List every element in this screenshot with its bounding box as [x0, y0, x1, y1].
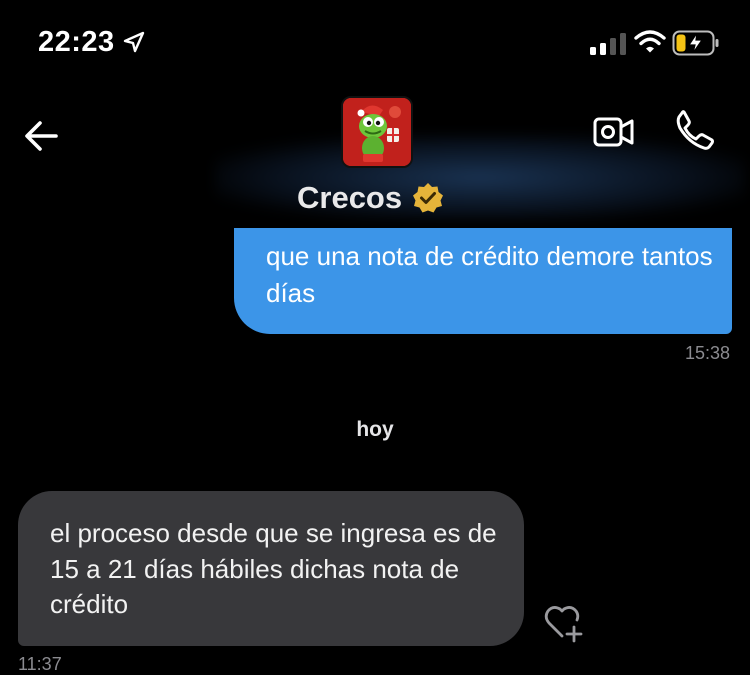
- incoming-message-bubble[interactable]: el proceso desde que se ingresa es de 15…: [18, 491, 524, 646]
- phone-icon[interactable]: [672, 108, 716, 152]
- header-backdrop: [215, 135, 745, 220]
- outgoing-message-time: 15:38: [684, 343, 730, 363]
- verified-badge-icon: [413, 183, 444, 213]
- location-arrow-icon: [123, 31, 145, 53]
- video-camera-icon[interactable]: [592, 112, 636, 152]
- contact-name: Crecos: [297, 180, 403, 215]
- back-arrow-icon[interactable]: [20, 115, 62, 157]
- wifi-icon: [634, 30, 666, 53]
- battery-charging-icon: [672, 30, 719, 56]
- contact-name-row[interactable]: Crecos: [297, 178, 444, 218]
- outgoing-message-bubble[interactable]: que una nota de crédito demore tantos dí…: [234, 228, 732, 334]
- status-time: 22:23: [38, 26, 115, 58]
- mascot-avatar-icon: [343, 98, 411, 166]
- outgoing-message-text: que una nota de crédito demore tantos dí…: [266, 241, 713, 308]
- day-separator: hoy: [356, 418, 394, 441]
- avatar[interactable]: [341, 96, 413, 168]
- heart-plus-icon[interactable]: [542, 603, 586, 643]
- chat-header: Crecos: [0, 90, 750, 230]
- status-bar: 22:23: [0, 0, 750, 90]
- incoming-message-text: el proceso desde que se ingresa es de 15…: [50, 518, 497, 619]
- incoming-message-time: 11:37: [18, 654, 62, 674]
- signal-icon: [590, 33, 626, 55]
